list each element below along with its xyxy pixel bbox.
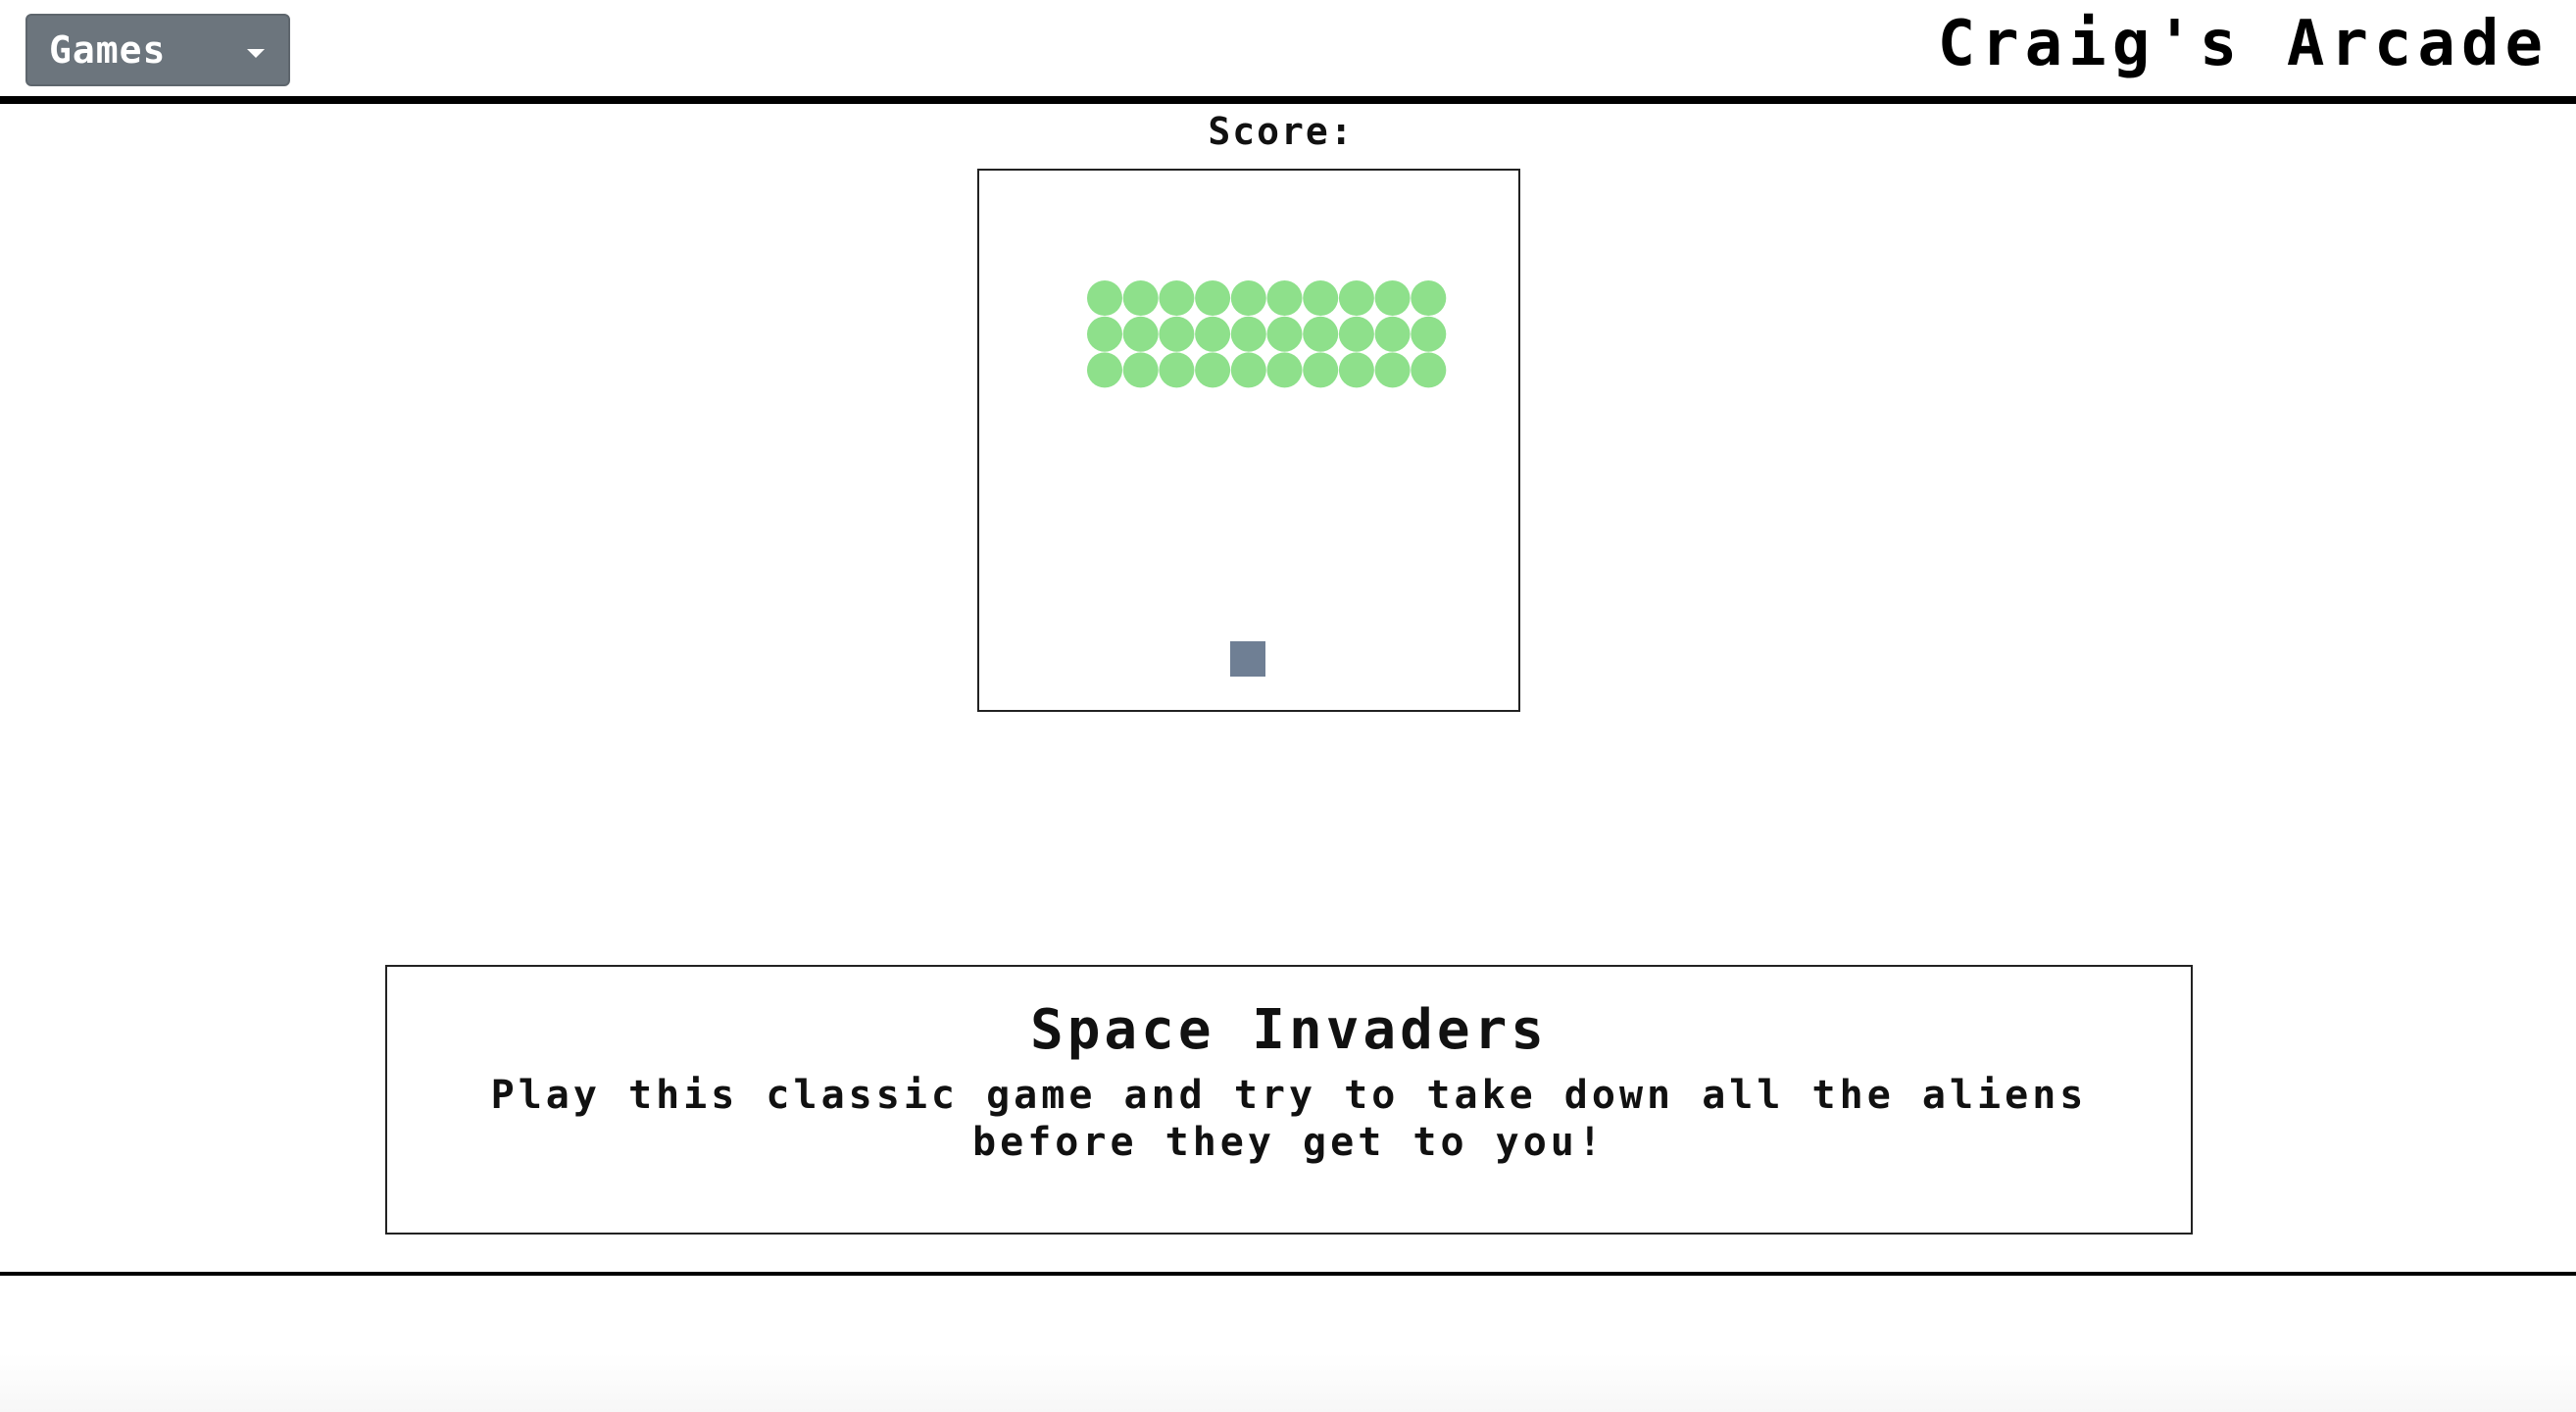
game-field xyxy=(1087,280,1447,677)
alien xyxy=(1374,352,1411,388)
game-title: Space Invaders xyxy=(1029,998,1548,1062)
alien xyxy=(1266,352,1303,388)
navbar: Games Craig's Arcade xyxy=(0,0,2576,104)
alien xyxy=(1230,316,1266,352)
alien xyxy=(1159,352,1195,388)
alien xyxy=(1338,280,1374,316)
alien xyxy=(1338,316,1374,352)
alien xyxy=(1122,352,1159,388)
game-info-card: Space Invaders Play this classic game an… xyxy=(385,965,2193,1235)
alien xyxy=(1411,280,1447,316)
alien xyxy=(1195,316,1231,352)
alien xyxy=(1266,316,1303,352)
site-title: Craig's Arcade xyxy=(1937,8,2549,80)
alien xyxy=(1087,316,1122,352)
alien xyxy=(1230,352,1266,388)
page: Games Craig's Arcade Score: Space Invade… xyxy=(0,0,2576,1412)
footer xyxy=(0,1353,2576,1412)
games-dropdown-label: Games xyxy=(49,28,167,72)
game-canvas[interactable] xyxy=(977,169,1520,712)
alien xyxy=(1338,352,1374,388)
player-ship xyxy=(1230,641,1265,677)
games-dropdown-button[interactable]: Games xyxy=(25,14,290,86)
alien xyxy=(1303,316,1339,352)
score-label: Score: xyxy=(1208,110,1355,153)
alien xyxy=(1195,280,1231,316)
alien xyxy=(1087,280,1122,316)
alien xyxy=(1303,280,1339,316)
alien xyxy=(1411,316,1447,352)
alien xyxy=(1087,352,1122,388)
alien xyxy=(1303,352,1339,388)
alien xyxy=(1159,280,1195,316)
alien xyxy=(1266,280,1303,316)
alien xyxy=(1122,316,1159,352)
caret-down-icon xyxy=(247,49,265,58)
alien xyxy=(1374,316,1411,352)
alien xyxy=(1159,316,1195,352)
alien xyxy=(1411,352,1447,388)
footer-divider xyxy=(0,1272,2576,1276)
alien xyxy=(1195,352,1231,388)
alien xyxy=(1122,280,1159,316)
alien xyxy=(1230,280,1266,316)
alien xyxy=(1374,280,1411,316)
game-description: Play this classic game and try to take d… xyxy=(490,1073,2088,1165)
